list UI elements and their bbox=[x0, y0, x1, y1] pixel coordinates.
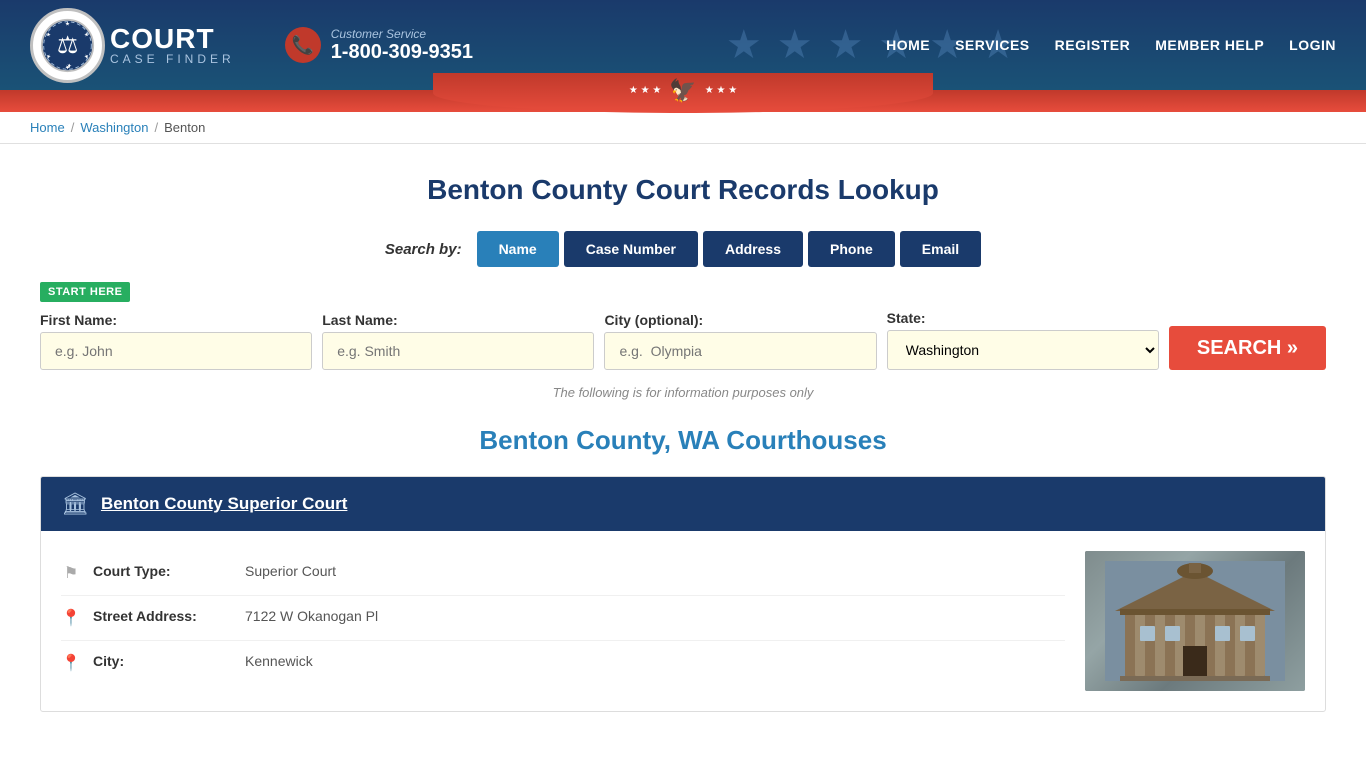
court-details: ⚑ Court Type: Superior Court 📍 Street Ad… bbox=[61, 551, 1065, 691]
search-by-label: Search by: bbox=[385, 241, 462, 258]
tab-name[interactable]: Name bbox=[477, 231, 559, 267]
first-name-group: First Name: bbox=[40, 312, 312, 370]
breadcrumb-home[interactable]: Home bbox=[30, 120, 65, 135]
tab-email[interactable]: Email bbox=[900, 231, 981, 267]
court-name-link[interactable]: Benton County Superior Court bbox=[101, 494, 347, 514]
eagle-area: ★ ★ ★ 🦅 ★ ★ ★ bbox=[629, 78, 737, 104]
courthouse-building-svg bbox=[1105, 561, 1285, 681]
info-text: The following is for information purpose… bbox=[40, 385, 1326, 400]
search-button[interactable]: SEARCH » bbox=[1169, 326, 1326, 370]
street-address-label: Street Address: bbox=[93, 608, 233, 624]
customer-service: 📞 Customer Service 1-800-309-9351 bbox=[285, 27, 473, 64]
state-group: State: Washington Alabama Alaska Arizona… bbox=[887, 310, 1159, 370]
star-decor: ★ bbox=[828, 22, 864, 68]
last-name-input[interactable] bbox=[322, 332, 594, 370]
cs-label: Customer Service bbox=[331, 27, 473, 41]
last-name-label: Last Name: bbox=[322, 312, 594, 328]
city-label: City (optional): bbox=[604, 312, 876, 328]
nav-services[interactable]: SERVICES bbox=[955, 37, 1030, 53]
nav-login[interactable]: LOGIN bbox=[1289, 37, 1336, 53]
star-decor: ★ bbox=[726, 22, 762, 68]
breadcrumb: Home / Washington / Benton bbox=[0, 112, 1366, 144]
page-title: Benton County Court Records Lookup bbox=[40, 174, 1326, 206]
court-card-header: 🏛 Benton County Superior Court bbox=[41, 477, 1325, 531]
nav-register[interactable]: REGISTER bbox=[1055, 37, 1131, 53]
tab-phone[interactable]: Phone bbox=[808, 231, 895, 267]
last-name-group: Last Name: bbox=[322, 312, 594, 370]
start-here-badge: START HERE bbox=[40, 282, 130, 302]
court-address-row: 📍 Street Address: 7122 W Okanogan Pl bbox=[61, 596, 1065, 641]
courthouse-icon: 🏛 bbox=[61, 491, 89, 517]
eagle-star-right: ★ ★ ★ bbox=[705, 85, 737, 96]
court-type-value: Superior Court bbox=[245, 563, 336, 579]
state-label: State: bbox=[887, 310, 1159, 326]
phone-icon: 📞 bbox=[285, 27, 321, 63]
city-input[interactable] bbox=[604, 332, 876, 370]
courthouses-title: Benton County, WA Courthouses bbox=[40, 425, 1326, 456]
court-image-placeholder bbox=[1085, 551, 1305, 691]
breadcrumb-washington[interactable]: Washington bbox=[80, 120, 148, 135]
court-card-body: ⚑ Court Type: Superior Court 📍 Street Ad… bbox=[41, 531, 1325, 711]
state-select[interactable]: Washington Alabama Alaska Arizona Califo… bbox=[887, 330, 1159, 370]
arch-banner: ★ ★ ★ 🦅 ★ ★ ★ bbox=[0, 90, 1366, 112]
city-icon: 📍 bbox=[61, 653, 81, 673]
city-detail-value: Kennewick bbox=[245, 653, 313, 669]
nav-home[interactable]: HOME bbox=[886, 37, 930, 53]
cs-text: Customer Service 1-800-309-9351 bbox=[331, 27, 473, 64]
search-by-row: Search by: Name Case Number Address Phon… bbox=[40, 231, 1326, 267]
logo-text: COURT CASE FINDER bbox=[110, 25, 235, 65]
street-address-value: 7122 W Okanogan Pl bbox=[245, 608, 378, 624]
main-content: Benton County Court Records Lookup Searc… bbox=[0, 144, 1366, 742]
court-type-icon: ⚑ bbox=[61, 563, 81, 583]
logo-badge: ⚖ ★ ★ ★ ★ ★ ★ ★ bbox=[30, 8, 105, 83]
address-icon: 📍 bbox=[61, 608, 81, 628]
logo-area[interactable]: ⚖ ★ ★ ★ ★ ★ ★ ★ COURT CASE FINDER bbox=[30, 8, 235, 83]
arch-curve: ★ ★ ★ 🦅 ★ ★ ★ bbox=[433, 73, 933, 113]
tab-case-number[interactable]: Case Number bbox=[564, 231, 698, 267]
svg-text:★: ★ bbox=[65, 20, 70, 27]
logo-emblem-icon: ⚖ ★ ★ ★ ★ ★ ★ ★ bbox=[40, 18, 95, 73]
svg-text:★: ★ bbox=[65, 63, 70, 70]
breadcrumb-benton: Benton bbox=[164, 120, 205, 135]
form-row: First Name: Last Name: City (optional): … bbox=[40, 310, 1326, 370]
court-type-row: ⚑ Court Type: Superior Court bbox=[61, 551, 1065, 596]
court-type-label: Court Type: bbox=[93, 563, 233, 579]
tab-address[interactable]: Address bbox=[703, 231, 803, 267]
main-nav: HOME SERVICES REGISTER MEMBER HELP LOGIN bbox=[886, 37, 1336, 53]
logo-court-label: COURT bbox=[110, 25, 235, 53]
nav-member-help[interactable]: MEMBER HELP bbox=[1155, 37, 1264, 53]
svg-text:⚖: ⚖ bbox=[57, 31, 78, 58]
city-group: City (optional): bbox=[604, 312, 876, 370]
logo-casefinder-label: CASE FINDER bbox=[110, 53, 235, 65]
search-form-section: START HERE First Name: Last Name: City (… bbox=[40, 282, 1326, 370]
first-name-input[interactable] bbox=[40, 332, 312, 370]
breadcrumb-sep-1: / bbox=[71, 120, 75, 135]
city-detail-label: City: bbox=[93, 653, 233, 669]
star-decor: ★ bbox=[777, 22, 813, 68]
cs-number: 1-800-309-9351 bbox=[331, 41, 473, 64]
eagle-icon: 🦅 bbox=[669, 78, 696, 104]
first-name-label: First Name: bbox=[40, 312, 312, 328]
eagle-star-left: ★ ★ ★ bbox=[629, 85, 661, 96]
breadcrumb-sep-2: / bbox=[154, 120, 158, 135]
court-card: 🏛 Benton County Superior Court ⚑ Court T… bbox=[40, 476, 1326, 712]
court-image bbox=[1085, 551, 1305, 691]
court-city-row: 📍 City: Kennewick bbox=[61, 641, 1065, 685]
